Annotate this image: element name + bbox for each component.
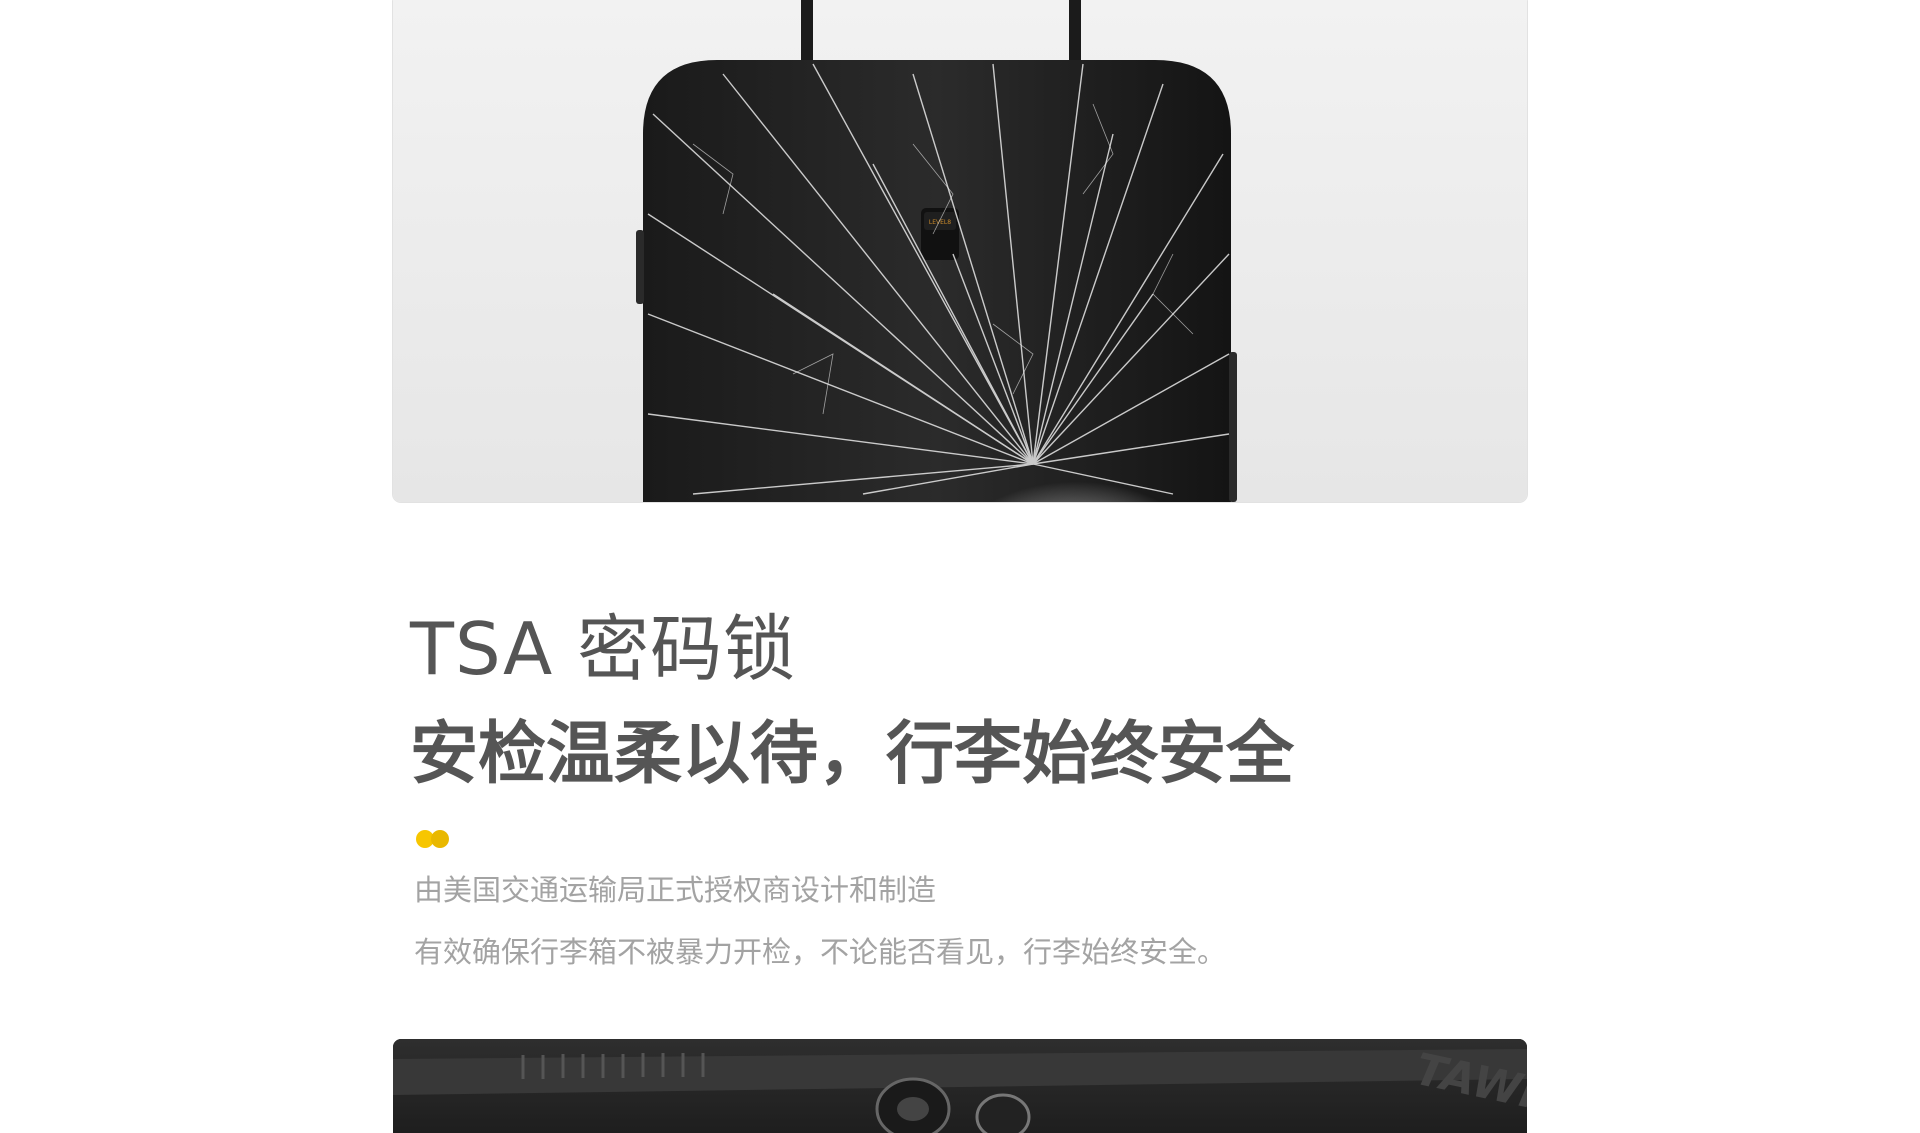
page-title: TSA 密码锁 [410,607,797,691]
handle-bar-right [1069,0,1081,60]
accent-dots-icon [416,830,456,848]
handle-bar-left [801,0,813,60]
accent-dot [431,830,449,848]
description-line-1: 由美国交通运输局正式授权商设计和制造 [414,873,937,907]
tsa-lock-icon: LEVEL8 [921,208,959,260]
product-detail-page: LEVEL8 TSA 密码锁 安检温柔以待，行李始终安全 由美国交通运输局正式授… [0,0,1920,1133]
tsa-lock-zipper-closeup-image: TAWHC [393,1039,1527,1133]
suitcase-cracked-glass-image: LEVEL8 [393,0,1527,502]
description-line-2: 有效确保行李箱不被暴力开检，不论能否看见，行李始终安全。 [414,935,1227,969]
page-subtitle: 安检温柔以待，行李始终安全 [410,715,1295,794]
